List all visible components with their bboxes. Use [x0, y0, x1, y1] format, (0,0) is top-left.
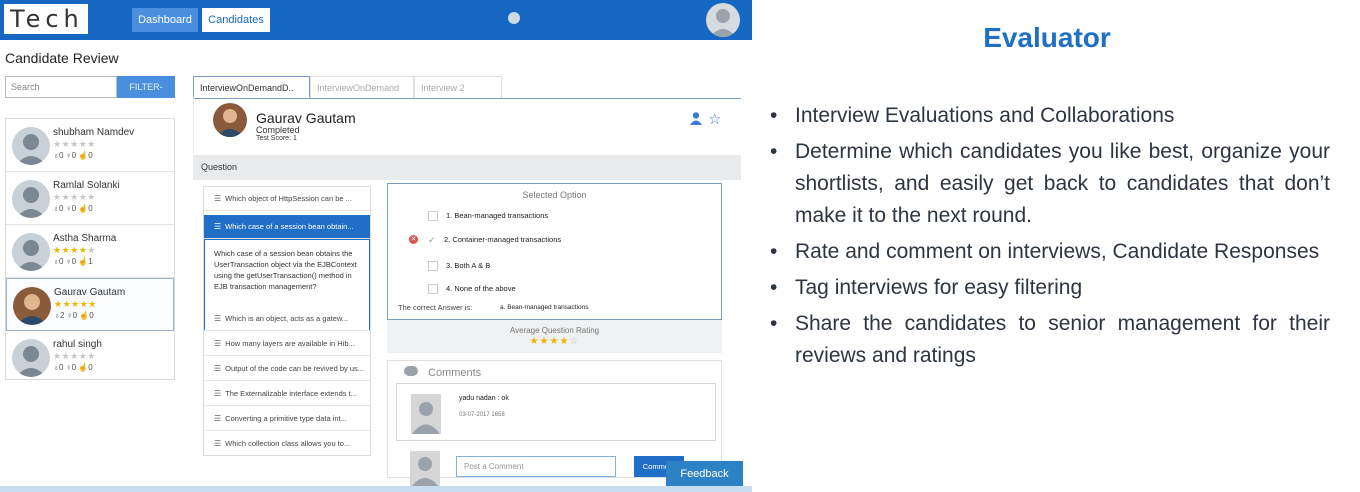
- comment-input[interactable]: Post a Comment: [456, 456, 616, 477]
- search-input[interactable]: Search: [5, 76, 117, 98]
- avatar: [12, 233, 50, 271]
- comment-text: yadu nadan : ok: [459, 395, 509, 402]
- correct-answer-value: a. Bean-managed transactions: [500, 304, 589, 311]
- candidate-rating: ★★★★★: [53, 245, 96, 255]
- candidate-header: Gaurav Gautam Completed Test Score: 1 ☆: [193, 98, 742, 153]
- tab-interview-on-demand-d[interactable]: InterviewOnDemandD..: [193, 76, 310, 98]
- interview-tabs: InterviewOnDemandD.. InterviewOnDemand I…: [193, 76, 741, 99]
- avatar: [13, 287, 51, 325]
- answer-option[interactable]: ✓ 2. Container-managed transactions: [428, 235, 561, 245]
- comments-title: Comments: [428, 367, 482, 379]
- avatar: [411, 394, 441, 434]
- list-icon: ☰: [214, 222, 222, 231]
- bottom-bar: [0, 486, 752, 492]
- page-title: Candidate Review: [5, 50, 119, 66]
- checkbox[interactable]: [428, 284, 438, 295]
- top-navbar: Tech Dashboard Candidates: [0, 0, 752, 40]
- selected-option-panel: Selected Option 1. Bean-managed transact…: [387, 183, 722, 320]
- avatar: [12, 180, 50, 218]
- candidate-rating: ★★★★★: [53, 192, 96, 202]
- candidate-item[interactable]: shubham Namdev ★★★★★ ♁0 ♀0 ☝0: [6, 119, 174, 172]
- question-item-active[interactable]: ☰ Which case of a session bean obtain...: [204, 215, 370, 239]
- question-item[interactable]: ☰ Which is an object, acts as a gatew...: [204, 307, 370, 331]
- candidate-stats: ♁0 ♀0 ☝0: [53, 151, 93, 160]
- candidate-list: shubham Namdev ★★★★★ ♁0 ♀0 ☝0 Ramlal Sol…: [5, 118, 175, 380]
- candidate-name: Ramlal Solanki: [53, 180, 120, 191]
- candidate-rating: ★★★★★: [54, 299, 97, 309]
- status-text: Completed: [256, 125, 300, 135]
- candidate-rating: ★★★★★: [53, 139, 96, 149]
- question-list: ☰ Which object of HttpSession can be ... …: [203, 186, 371, 456]
- candidate-name: shubham Namdev: [53, 127, 135, 138]
- question-item[interactable]: ☰ How many layers are available in Hib...: [204, 332, 370, 356]
- checkmark-icon[interactable]: ✓: [428, 236, 436, 245]
- question-item[interactable]: ☰ Which collection class allows you to...: [204, 432, 370, 455]
- candidate-stats: ♁2 ♀0 ☝0: [54, 311, 94, 320]
- candidate-item[interactable]: Ramlal Solanki ★★★★★ ♁0 ♀0 ☝0: [6, 172, 174, 225]
- average-rating: Average Question Rating ★★★★☆: [387, 320, 722, 353]
- list-icon: ☰: [214, 339, 222, 348]
- comment-date: 03-07-2017 1658: [459, 412, 505, 418]
- checkbox[interactable]: [428, 211, 438, 222]
- user-avatar[interactable]: [706, 3, 740, 37]
- feedback-button[interactable]: Feedback: [666, 461, 743, 487]
- comment-icon: [404, 366, 418, 376]
- user-icon[interactable]: [690, 112, 702, 125]
- star-icon[interactable]: ☆: [708, 110, 721, 128]
- tab-interview-on-demand[interactable]: InterviewOnDemand: [310, 76, 414, 98]
- list-item: Tag interviews for easy filtering: [770, 272, 1330, 304]
- list-icon: ☰: [214, 439, 222, 448]
- candidate-full-name: Gaurav Gautam: [256, 110, 356, 126]
- tab-interview-2[interactable]: Interview 2: [414, 76, 502, 98]
- list-icon: ☰: [214, 364, 222, 373]
- list-item: Determine which candidates you like best…: [770, 136, 1330, 232]
- nav-dashboard[interactable]: Dashboard: [132, 8, 198, 32]
- list-item: Interview Evaluations and Collaborations: [770, 100, 1330, 132]
- question-item[interactable]: ☰ Which object of HttpSession can be ...: [204, 187, 370, 211]
- answer-option[interactable]: 1. Bean-managed transactions: [428, 211, 548, 222]
- candidate-rating: ★★★★★: [53, 351, 96, 361]
- test-score: Test Score: 1: [256, 135, 297, 142]
- average-rating-stars[interactable]: ★★★★☆: [387, 336, 722, 347]
- question-header: Question: [193, 155, 741, 180]
- logo: Tech: [4, 4, 88, 34]
- app-screenshot: Tech Dashboard Candidates Candidate Revi…: [0, 0, 752, 492]
- question-item[interactable]: ☰ The Externalizable interface extends t.…: [204, 382, 370, 406]
- nav-candidates[interactable]: Candidates: [202, 8, 270, 32]
- notification-icon[interactable]: [508, 12, 520, 24]
- average-rating-label: Average Question Rating: [509, 326, 600, 335]
- panel-title: Evaluator: [983, 22, 1111, 53]
- question-item[interactable]: ☰ Converting a primitive type data int...: [204, 407, 370, 431]
- candidate-name: Gaurav Gautam: [54, 287, 126, 298]
- filter-button[interactable]: FILTER-: [117, 76, 175, 98]
- list-icon: ☰: [214, 314, 222, 323]
- avatar: [12, 339, 50, 377]
- candidate-item-selected[interactable]: Gaurav Gautam ★★★★★ ♁2 ♀0 ☝0: [6, 278, 174, 331]
- checkbox[interactable]: [428, 261, 438, 272]
- answer-option[interactable]: 4. None of the above: [428, 284, 516, 295]
- avatar: [12, 127, 50, 165]
- candidate-name: rahul singh: [53, 339, 102, 350]
- avatar: [410, 451, 440, 487]
- candidate-item[interactable]: rahul singh ★★★★★ ♁0 ♀0 ☝0: [6, 331, 174, 384]
- list-item: Rate and comment on interviews, Candidat…: [770, 236, 1330, 268]
- comment-item: yadu nadan : ok 03-07-2017 1658: [396, 383, 716, 441]
- list-icon: ☰: [214, 414, 222, 423]
- candidate-stats: ♁0 ♀0 ☝0: [53, 363, 93, 372]
- wrong-answer-icon: ✕: [409, 235, 418, 244]
- answer-option[interactable]: 3. Both A & B: [428, 261, 490, 272]
- candidate-stats: ♁0 ♀0 ☝1: [53, 257, 93, 266]
- candidate-stats: ♁0 ♀0 ☝0: [53, 204, 93, 213]
- question-text: Which case of a session bean obtains the…: [214, 249, 357, 291]
- candidate-item[interactable]: Astha Sharma ★★★★★ ♁0 ♀0 ☝1: [6, 225, 174, 278]
- avatar: [213, 103, 247, 137]
- feature-list: Interview Evaluations and Collaborations…: [770, 100, 1330, 376]
- list-icon: ☰: [214, 194, 222, 203]
- question-item[interactable]: ☰ Output of the code can be revived by us…: [204, 357, 370, 381]
- list-item: Share the candidates to senior managemen…: [770, 308, 1330, 372]
- candidate-name: Astha Sharma: [53, 233, 117, 244]
- list-icon: ☰: [214, 389, 222, 398]
- correct-answer-label: The correct Answer is:: [398, 303, 473, 312]
- selected-option-title: Selected Option: [522, 190, 587, 200]
